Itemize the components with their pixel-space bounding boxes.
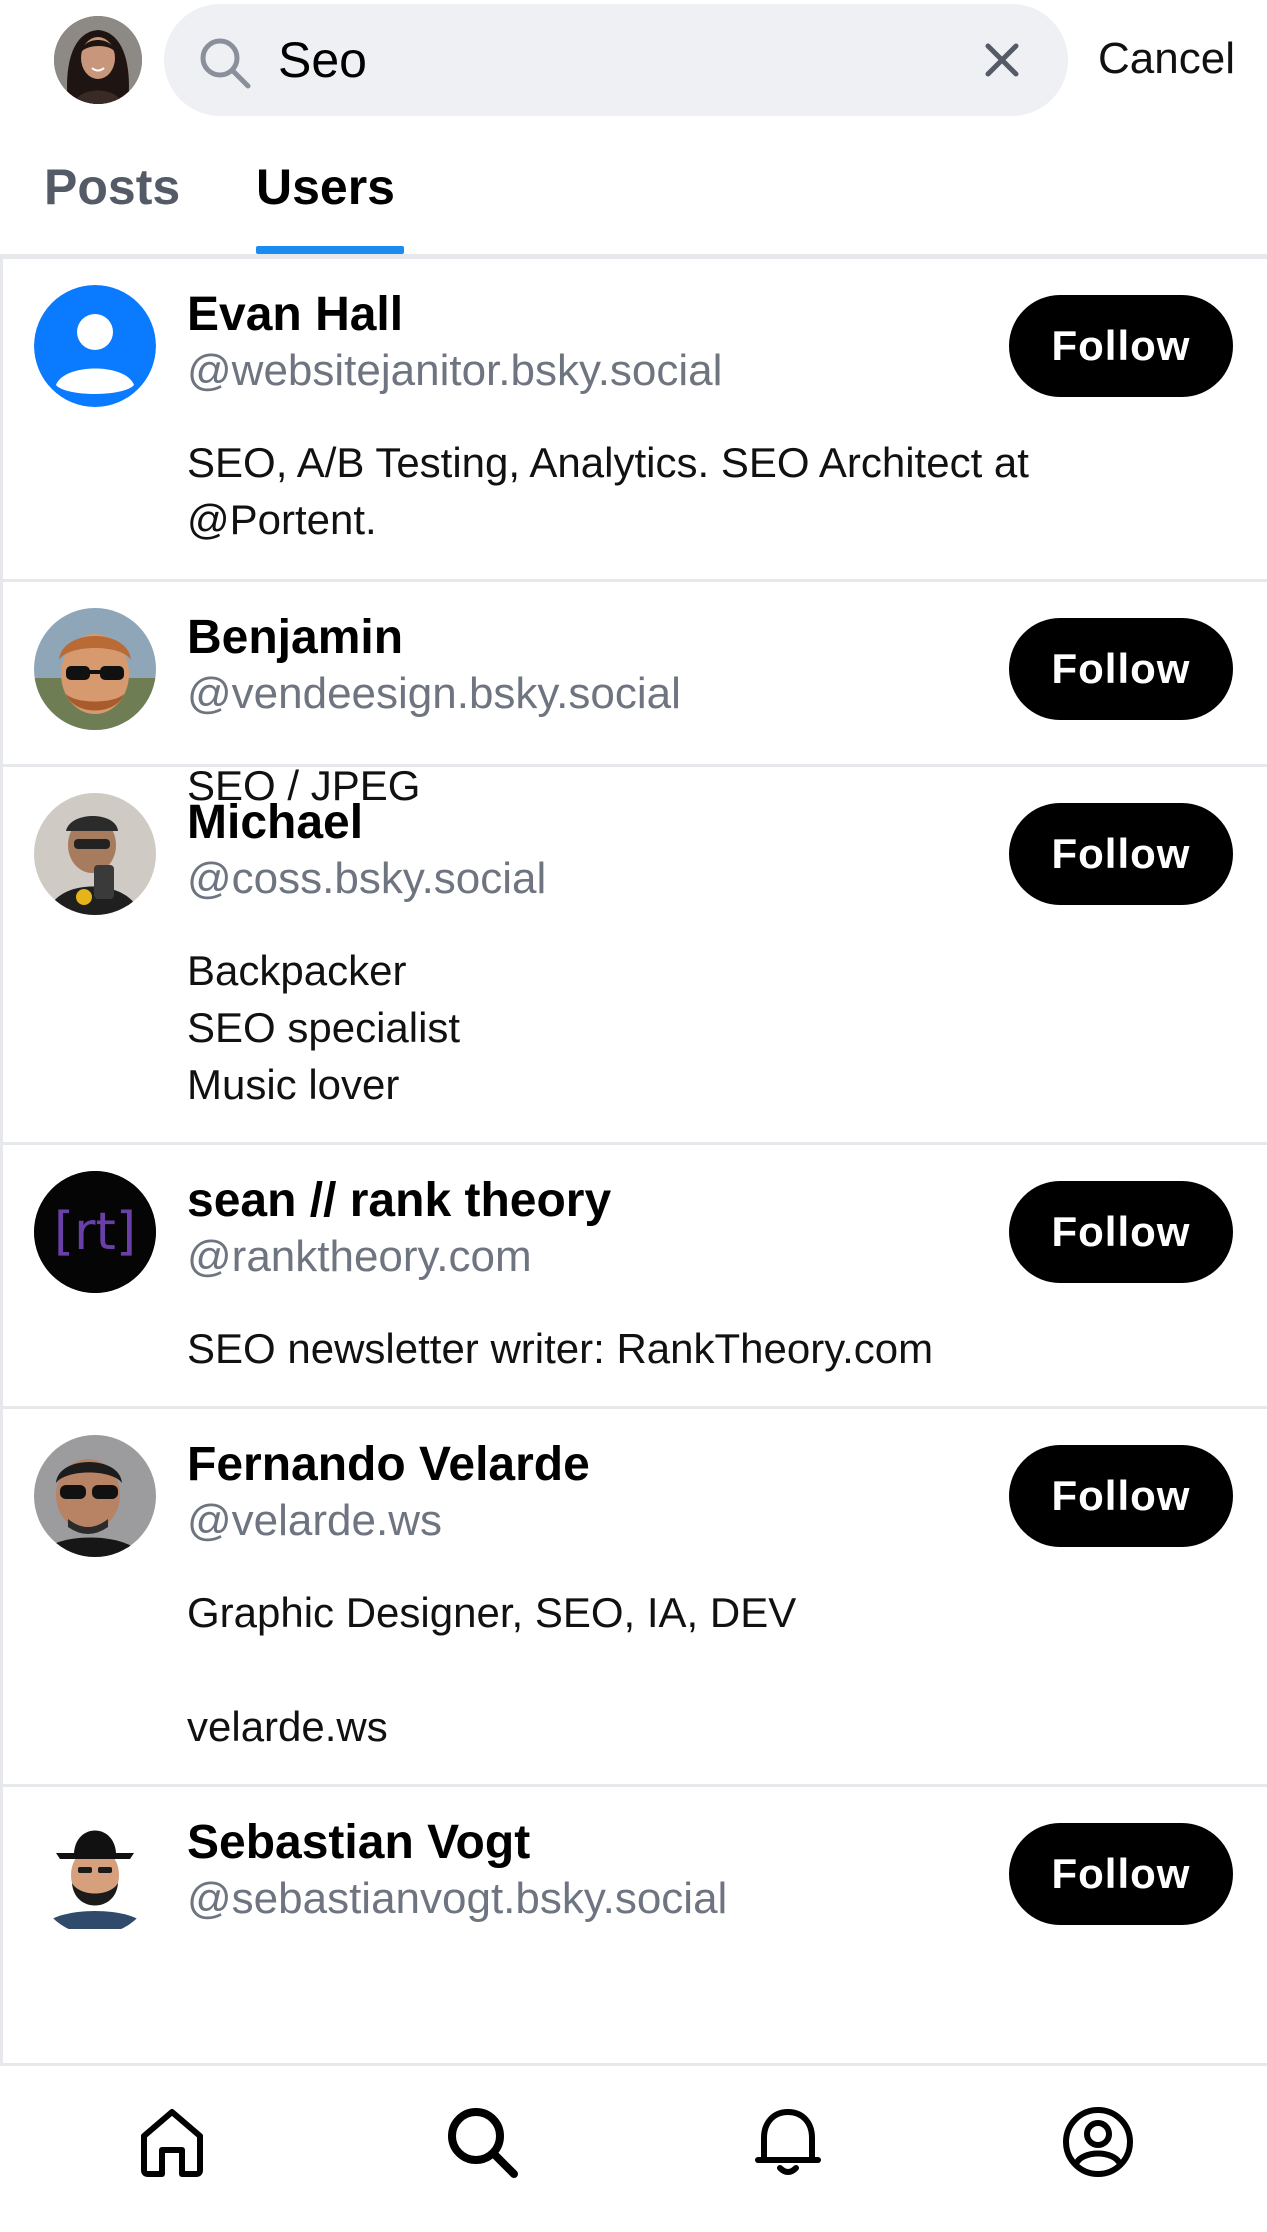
nav-search[interactable] xyxy=(442,2102,522,2182)
user-avatar[interactable] xyxy=(34,285,156,407)
user-display-name: Fernando Velarde xyxy=(187,1438,590,1491)
nav-notifications[interactable] xyxy=(748,2102,828,2182)
follow-button[interactable]: Follow xyxy=(1009,1823,1233,1925)
default-avatar-icon xyxy=(34,285,156,407)
search-tabs: Posts Users xyxy=(0,150,1267,258)
cancel-button[interactable]: Cancel xyxy=(1098,34,1235,84)
user-row[interactable]: Evan Hall @websitejanitor.bsky.social Fo… xyxy=(3,259,1267,582)
user-identity: sean // rank theory @ranktheory.com xyxy=(187,1173,1007,1285)
user-avatar[interactable] xyxy=(34,1435,156,1557)
user-results-list: Evan Hall @websitejanitor.bsky.social Fo… xyxy=(0,259,1267,2063)
user-bio: Backpacker SEO specialist Music lover xyxy=(187,947,461,1108)
user-display-name: Evan Hall xyxy=(187,288,404,341)
profile-icon xyxy=(1063,2107,1133,2177)
follow-button[interactable]: Follow xyxy=(1009,618,1233,720)
user-bio: Graphic Designer, SEO, IA, DEV velarde.w… xyxy=(187,1589,797,1750)
user-display-name: Sebastian Vogt xyxy=(187,1816,531,1869)
user-handle: @velarde.ws xyxy=(187,1496,442,1545)
avatar-photo-icon xyxy=(54,16,142,104)
user-row[interactable]: Michael @coss.bsky.social Follow Backpac… xyxy=(3,767,1267,1145)
user-avatar[interactable] xyxy=(34,793,156,915)
nav-home[interactable] xyxy=(132,2102,212,2182)
user-row[interactable]: Sebastian Vogt @sebastianvogt.bsky.socia… xyxy=(3,1787,1267,2037)
user-identity: Evan Hall @websitejanitor.bsky.social xyxy=(187,287,1007,399)
search-icon xyxy=(200,38,251,89)
bell-icon xyxy=(755,2109,821,2175)
user-avatar[interactable] xyxy=(34,1813,156,1935)
search-icon xyxy=(448,2108,518,2178)
profile-photo-icon xyxy=(34,608,156,730)
user-avatar[interactable] xyxy=(34,608,156,730)
tab-users[interactable]: Users xyxy=(256,158,395,216)
rank-theory-logo-icon: [rt] xyxy=(34,1171,156,1293)
user-identity: Fernando Velarde @velarde.ws xyxy=(187,1437,1007,1549)
user-handle: @vendeesign.bsky.social xyxy=(187,669,681,718)
cartoon-avatar-icon xyxy=(34,1813,156,1935)
current-user-avatar[interactable] xyxy=(54,16,142,104)
search-box[interactable] xyxy=(164,4,1068,116)
user-identity: Sebastian Vogt @sebastianvogt.bsky.socia… xyxy=(187,1815,1007,1927)
close-icon[interactable] xyxy=(982,40,1022,80)
user-row[interactable]: Benjamin @vendeesign.bsky.social Follow … xyxy=(3,582,1267,809)
profile-photo-icon xyxy=(34,793,156,915)
tab-posts[interactable]: Posts xyxy=(44,158,180,216)
user-bio: SEO, A/B Testing, Analytics. SEO Archite… xyxy=(187,439,1029,543)
user-row[interactable]: Fernando Velarde @velarde.ws Follow Grap… xyxy=(3,1409,1267,1787)
active-tab-indicator xyxy=(256,246,404,254)
user-handle: @sebastianvogt.bsky.social xyxy=(187,1874,728,1923)
user-bio: SEO newsletter writer: RankTheory.com xyxy=(187,1325,934,1372)
user-avatar[interactable]: [rt] xyxy=(34,1171,156,1293)
user-identity: Michael @coss.bsky.social xyxy=(187,795,1007,907)
follow-button[interactable]: Follow xyxy=(1009,1445,1233,1547)
search-header: Cancel xyxy=(0,0,1267,120)
follow-button[interactable]: Follow xyxy=(1009,295,1233,397)
follow-button[interactable]: Follow xyxy=(1009,1181,1233,1283)
user-display-name: Benjamin xyxy=(187,611,404,664)
search-input[interactable] xyxy=(278,30,918,90)
user-handle: @ranktheory.com xyxy=(187,1232,532,1281)
follow-button[interactable]: Follow xyxy=(1009,803,1233,905)
user-handle: @coss.bsky.social xyxy=(187,854,547,903)
home-icon xyxy=(141,2109,203,2177)
profile-photo-icon xyxy=(34,1435,156,1557)
logo-text: [rt] xyxy=(54,1202,136,1262)
user-display-name: Michael xyxy=(187,796,364,849)
user-identity: Benjamin @vendeesign.bsky.social xyxy=(187,610,1007,722)
user-handle: @websitejanitor.bsky.social xyxy=(187,346,723,395)
bottom-navigation xyxy=(0,2063,1267,2232)
nav-profile[interactable] xyxy=(1058,2102,1138,2182)
user-row[interactable]: [rt] sean // rank theory @ranktheory.com… xyxy=(3,1145,1267,1409)
user-display-name: sean // rank theory xyxy=(187,1174,612,1227)
